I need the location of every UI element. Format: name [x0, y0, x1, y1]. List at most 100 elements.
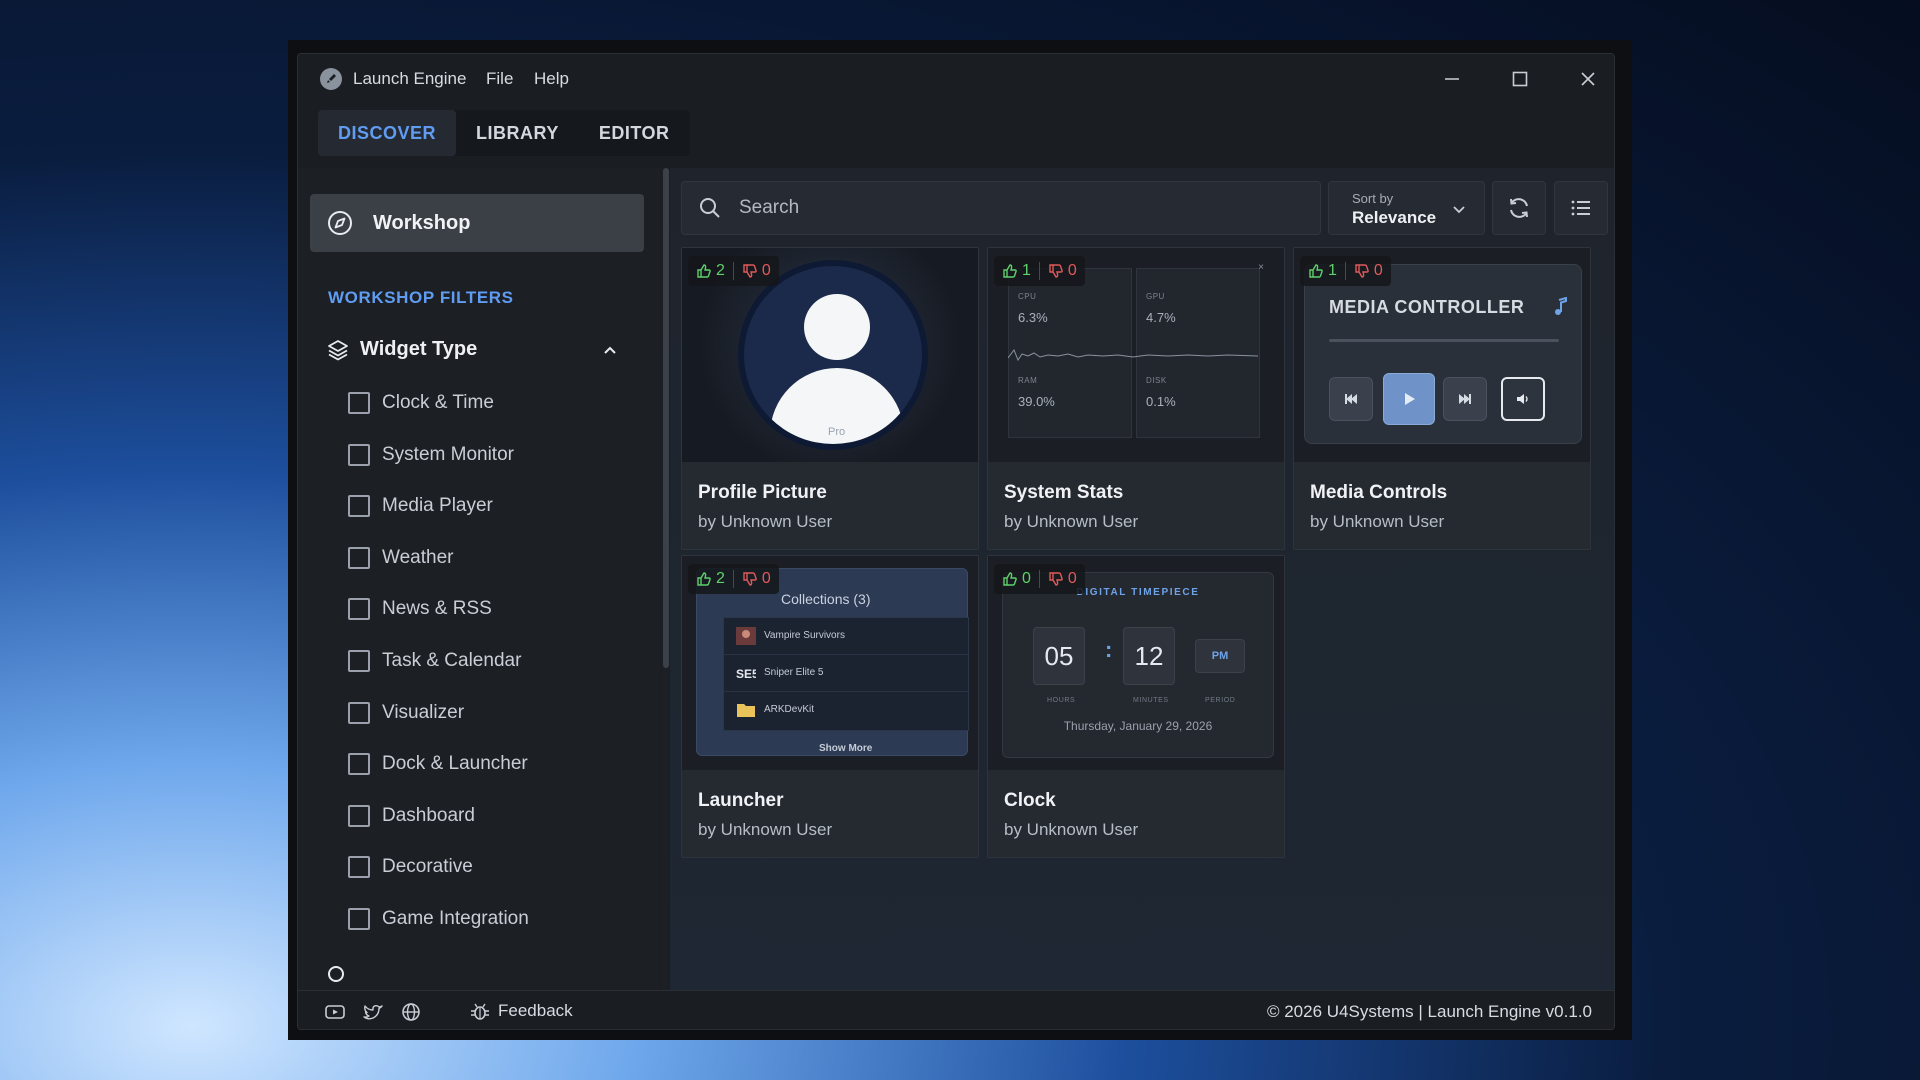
- filter-dashboard[interactable]: Dashboard: [348, 803, 529, 855]
- filter-dock-launcher[interactable]: Dock & Launcher: [348, 751, 529, 803]
- upvote[interactable]: 1: [1002, 262, 1031, 280]
- card-title: Launcher: [698, 790, 784, 811]
- upvote-count: 0: [1022, 570, 1031, 587]
- filter-system-monitor[interactable]: System Monitor: [348, 442, 529, 494]
- globe-icon[interactable]: [400, 1002, 422, 1022]
- play-icon: [1383, 373, 1435, 425]
- menu-file[interactable]: File: [486, 69, 513, 89]
- checkbox[interactable]: [348, 856, 370, 879]
- chevron-up-icon: [604, 346, 616, 354]
- bug-icon: [471, 1003, 489, 1020]
- thumbs-down-icon: [1049, 264, 1063, 278]
- vote-counter: 0 0: [994, 564, 1085, 594]
- checkbox[interactable]: [348, 649, 370, 672]
- filter-decorative[interactable]: Decorative: [348, 854, 529, 906]
- downvote[interactable]: 0: [1048, 570, 1077, 588]
- twitter-icon[interactable]: [362, 1002, 384, 1022]
- music-note-icon: [1555, 297, 1567, 315]
- tab-library[interactable]: LIBRARY: [456, 110, 579, 156]
- filter-label: Clock & Time: [382, 392, 494, 413]
- avatar-placeholder: Pro: [738, 260, 928, 450]
- launcher-preview-heading: Collections (3): [781, 591, 871, 607]
- thumbs-down-icon: [1049, 572, 1063, 586]
- card-author: by Unknown User: [1004, 512, 1139, 531]
- checkbox[interactable]: [348, 443, 370, 466]
- checkbox[interactable]: [348, 907, 370, 930]
- widget-card-system-stats[interactable]: CPU 6.3% GPU 4.7% RAM 39.0% DISK 0.1% × …: [987, 247, 1285, 550]
- tab-discover[interactable]: DISCOVER: [318, 110, 457, 156]
- filter-clock-time[interactable]: Clock & Time: [348, 390, 529, 442]
- sidebar-scrollbar-thumb[interactable]: [663, 168, 669, 668]
- menu-help[interactable]: Help: [534, 69, 569, 89]
- card-author: by Unknown User: [1310, 512, 1445, 531]
- maximize-button[interactable]: [1486, 54, 1554, 104]
- downvote[interactable]: 0: [742, 262, 771, 280]
- checkbox[interactable]: [348, 546, 370, 569]
- search-input[interactable]: Search: [739, 197, 799, 219]
- sort-dropdown[interactable]: Sort by Relevance: [1328, 181, 1485, 235]
- sidebar-scrollbar[interactable]: [661, 168, 669, 990]
- downvote-count: 0: [1067, 570, 1077, 587]
- downvote-count: 0: [761, 570, 771, 587]
- upvote-count: 1: [1328, 262, 1337, 279]
- filter-news-rss[interactable]: News & RSS: [348, 596, 529, 648]
- search-box[interactable]: Search: [681, 181, 1321, 235]
- filter-media-player[interactable]: Media Player: [348, 493, 529, 545]
- tool-icon: [328, 966, 344, 982]
- upvote[interactable]: 2: [696, 570, 725, 588]
- filter-weather[interactable]: Weather: [348, 545, 529, 597]
- widget-type-group-toggle[interactable]: Widget Type: [326, 332, 636, 368]
- checkbox[interactable]: [348, 598, 370, 621]
- chevron-down-icon: [1453, 206, 1465, 214]
- widget-card-profile-picture[interactable]: Pro 2 0 Profile Picture by Unknown User: [681, 247, 979, 550]
- launcher-preview-panel: Collections (3) Vampire Survivors SE5 Sn…: [696, 568, 969, 756]
- refresh-button[interactable]: [1492, 181, 1546, 235]
- downvote-count: 0: [761, 262, 771, 279]
- next-filter-group-peek[interactable]: [326, 964, 506, 984]
- thumbs-down-icon: [743, 264, 757, 278]
- filter-label: Visualizer: [382, 701, 465, 723]
- filter-label: Dock & Launcher: [382, 753, 528, 775]
- feedback-button[interactable]: Feedback: [470, 1001, 573, 1021]
- layers-icon: [328, 340, 348, 361]
- preview-close-icon: ×: [1258, 262, 1264, 273]
- close-button[interactable]: [1554, 54, 1614, 104]
- card-author: by Unknown User: [1004, 820, 1139, 839]
- checkbox[interactable]: [348, 392, 370, 414]
- list-item-title: Vampire Survivors: [764, 630, 845, 641]
- minimize-icon: [1445, 78, 1459, 80]
- folder-icon: [737, 704, 755, 717]
- checkbox[interactable]: [348, 753, 370, 776]
- minimize-button[interactable]: [1418, 54, 1486, 104]
- stat-label: DISK: [1146, 376, 1167, 385]
- downvote[interactable]: 0: [742, 570, 771, 588]
- checkbox[interactable]: [348, 495, 370, 518]
- thumbs-down-icon: [1355, 264, 1369, 278]
- widget-card-clock[interactable]: DIGITAL TIMEPIECE 05 : 12 PM HOURS MINUT…: [987, 555, 1285, 858]
- upvote[interactable]: 1: [1308, 262, 1337, 280]
- tab-editor[interactable]: EDITOR: [579, 110, 690, 156]
- upvote-count: 1: [1022, 262, 1031, 279]
- sidebar-item-workshop[interactable]: Workshop: [310, 194, 644, 252]
- downvote[interactable]: 0: [1048, 262, 1077, 280]
- downvote[interactable]: 0: [1354, 262, 1383, 280]
- checkbox[interactable]: [348, 701, 370, 724]
- thumbs-up-icon: [697, 572, 711, 586]
- status-bar: Feedback © 2026 U4Systems | Launch Engin…: [298, 990, 1614, 1029]
- filter-visualizer[interactable]: Visualizer: [348, 700, 529, 752]
- filter-label: Decorative: [382, 856, 473, 878]
- cpu-sparkline: [1008, 348, 1258, 362]
- svg-text:SE5: SE5: [736, 667, 756, 681]
- filter-task-calendar[interactable]: Task & Calendar: [348, 648, 529, 700]
- widget-card-launcher[interactable]: Collections (3) Vampire Survivors SE5 Sn…: [681, 555, 979, 858]
- upvote[interactable]: 2: [696, 262, 725, 280]
- upvote[interactable]: 0: [1002, 570, 1031, 588]
- downvote-count: 0: [1067, 262, 1077, 279]
- list-view-button[interactable]: [1554, 181, 1608, 235]
- card-title: Clock: [1004, 790, 1056, 811]
- widget-card-media-controls[interactable]: MEDIA CONTROLLER 1 0 Media Controls by U…: [1293, 247, 1591, 550]
- youtube-icon[interactable]: [324, 1002, 346, 1022]
- media-preview-panel: MEDIA CONTROLLER: [1304, 264, 1582, 444]
- checkbox[interactable]: [348, 804, 370, 827]
- filter-game-integration[interactable]: Game Integration: [348, 906, 529, 958]
